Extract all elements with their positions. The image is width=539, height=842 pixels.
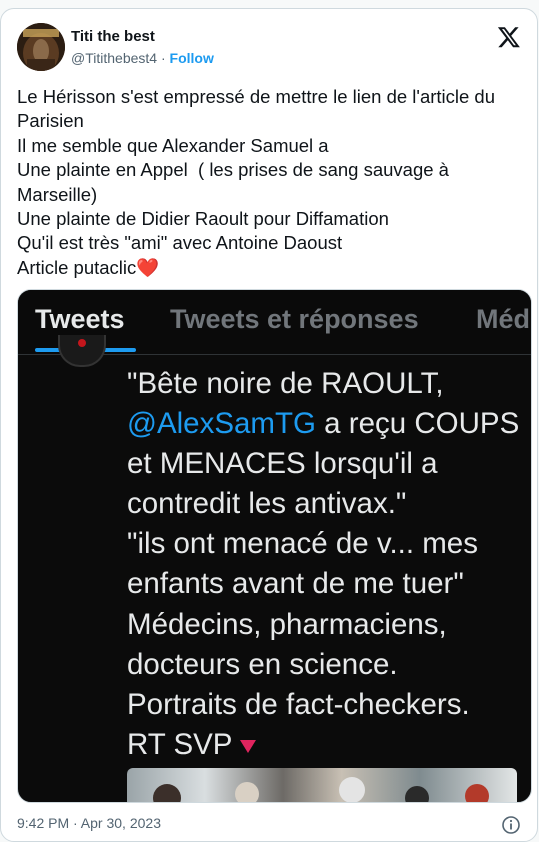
- x-logo-icon[interactable]: [497, 25, 521, 49]
- tweet-card: Titi the best @Titithebest4 · Follow Le …: [0, 8, 538, 842]
- quoted-text: "Bête noire de RAOULT, @AlexSamTG a reçu…: [127, 364, 527, 765]
- quote-line-mention: @AlexSamTG a reçu COUPS: [127, 404, 527, 444]
- tab-media: Méd: [476, 304, 530, 334]
- tweet-text: Le Hérisson s'est empressé de mettre le …: [17, 85, 527, 280]
- quote-line: Médecins, pharmaciens,: [127, 607, 447, 641]
- quote-line: a reçu COUPS: [315, 407, 520, 441]
- author-handle-row: @Titithebest4 · Follow: [71, 50, 214, 66]
- quote-line: docteurs en science.: [127, 647, 398, 681]
- quote-line: "Bête noire de RAOULT,: [127, 367, 444, 400]
- red-triangle-icon: [240, 739, 257, 753]
- tweet-body: Le Hérisson s'est empressé de mettre le …: [17, 86, 496, 278]
- mention-link: @AlexSamTG: [127, 407, 316, 441]
- quote-line: contredit les antivax.": [127, 487, 407, 521]
- tweet-header: Titi the best @Titithebest4 · Follow: [17, 23, 521, 75]
- quote-line: et MENACES lorsqu'il a: [127, 447, 438, 481]
- tab-tweets: Tweets: [35, 304, 125, 334]
- handle-separator: ·: [157, 50, 170, 66]
- heart-emoji: ❤️: [136, 256, 160, 278]
- tab-tweets-replies: Tweets et réponses: [170, 304, 419, 334]
- tweet-media-image[interactable]: Tweets Tweets et réponses Méd "Bête noir…: [17, 289, 532, 803]
- embedded-photo: [127, 768, 517, 802]
- tweet-timestamp[interactable]: 9:42 PM · Apr 30, 2023: [17, 815, 161, 831]
- info-icon[interactable]: [501, 815, 521, 835]
- follow-button[interactable]: Follow: [170, 50, 214, 66]
- quote-line-last: RT SVP: [127, 725, 527, 765]
- quote-line: RT SVP: [127, 727, 233, 761]
- tweet-footer: 9:42 PM · Apr 30, 2023: [17, 815, 521, 835]
- quote-line: enfants avant de me tuer": [127, 567, 464, 601]
- quote-line: "ils ont menacé de v... mes: [127, 527, 478, 561]
- embedded-avatar: [58, 335, 106, 367]
- avatar[interactable]: [17, 23, 65, 71]
- author-name[interactable]: Titi the best: [71, 28, 155, 45]
- author-handle[interactable]: @Titithebest4: [71, 50, 157, 66]
- quote-line: Portraits de fact-checkers.: [127, 687, 470, 721]
